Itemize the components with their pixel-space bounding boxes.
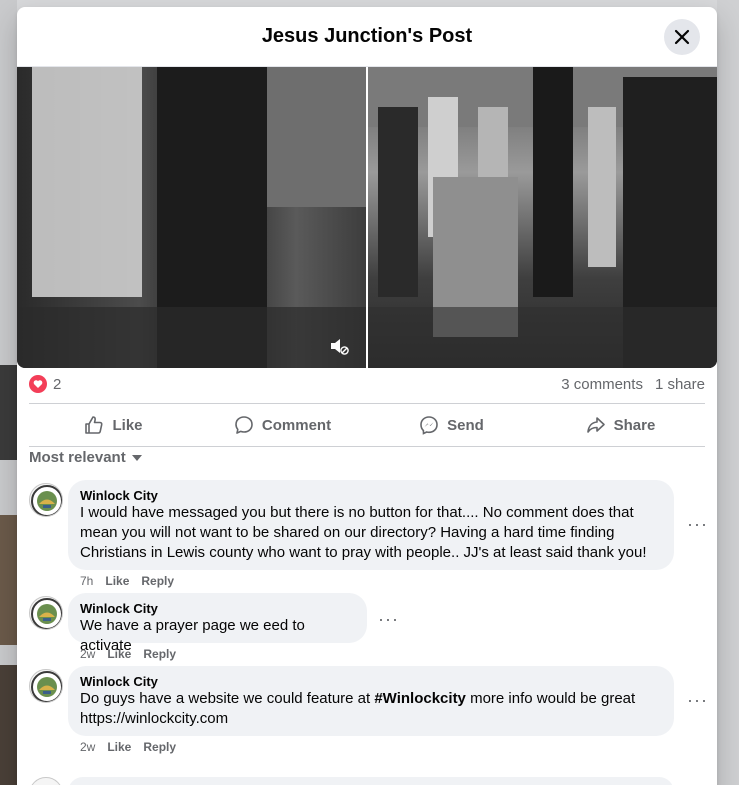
speaker-muted-icon (331, 339, 349, 355)
comment-like-link[interactable]: Like (107, 647, 131, 661)
share-arrow-icon (586, 417, 605, 433)
thumbs-up-icon (85, 416, 104, 434)
city-seal-icon (31, 485, 62, 516)
modal-title: Jesus Junction's Post (261, 25, 473, 47)
post-action-bar: Like Comment Send Share (29, 403, 705, 447)
mute-button[interactable] (328, 335, 350, 357)
comment-text-line: I would have messaged you but there is n… (80, 504, 634, 521)
city-seal-icon (31, 598, 62, 629)
avatar[interactable] (29, 777, 63, 785)
comment-item: Winlock City Do guys have a website we c… (29, 666, 708, 758)
comments-count-link[interactable]: 3 comments (561, 376, 643, 393)
like-button[interactable]: Like (29, 404, 198, 446)
comment-like-link[interactable]: Like (107, 740, 131, 754)
comment-options-button[interactable]: ··· (378, 609, 399, 630)
avatar[interactable] (29, 669, 63, 703)
comment-meta: 2w Like Reply (80, 647, 176, 661)
comment-item: Winlock City I would have messaged you b… (29, 480, 708, 590)
comment-text-part: more info would be great (465, 690, 636, 707)
comment-bubble: Winlock City Do guys have a website we c… (68, 666, 674, 736)
comment-meta: 7h Like Reply (80, 574, 174, 588)
send-label: Send (447, 416, 484, 434)
comment-bubble: Winlock City I would have messaged you b… (68, 480, 674, 570)
close-icon (674, 29, 690, 45)
like-label: Like (112, 416, 143, 434)
shares-count-link[interactable]: 1 share (655, 376, 705, 393)
comment-item-partial (29, 777, 705, 785)
comment-meta: 2w Like Reply (80, 740, 176, 754)
post-photo-right[interactable] (368, 67, 717, 368)
close-button[interactable] (664, 19, 700, 55)
sort-label: Most relevant (29, 449, 126, 466)
caret-down-icon (131, 454, 142, 461)
comment-options-button[interactable]: ··· (687, 690, 708, 711)
post-stats: 2 3 comments 1 share (29, 374, 705, 396)
post-media[interactable] (17, 67, 717, 368)
comment-sort-dropdown[interactable]: Most relevant (29, 449, 142, 466)
reaction-count: 2 (53, 375, 62, 393)
avatar[interactable] (29, 596, 63, 630)
comment-options-button[interactable]: ··· (687, 514, 708, 535)
comment-text-line: mean you will not want to be shared on o… (80, 524, 615, 541)
comment-timestamp[interactable]: 2w (80, 647, 95, 661)
comment-label: Comment (261, 416, 332, 434)
comment-reply-link[interactable]: Reply (143, 647, 176, 661)
comment-text-line: Do guys have a website we could feature … (80, 689, 662, 709)
comment-like-link[interactable]: Like (105, 574, 129, 588)
modal-header: Jesus Junction's Post (17, 7, 717, 67)
comment-text-part: Do guys have a website we could feature … (80, 690, 375, 707)
comment-item: Winlock City We have a prayer page we ee… (29, 593, 705, 663)
comment-bubble: Winlock City We have a prayer page we ee… (68, 593, 367, 654)
share-button[interactable]: Share (536, 404, 705, 446)
comment-author[interactable]: Winlock City (80, 488, 662, 503)
post-photo-left[interactable] (17, 67, 366, 368)
post-counts: 3 comments 1 share (561, 376, 705, 393)
love-reaction-icon (29, 375, 47, 393)
comment-bubble-icon (235, 416, 253, 434)
comment-text-line: Christians in Lewis county who want to p… (80, 544, 647, 561)
send-button[interactable]: Send (367, 404, 536, 446)
messenger-icon (420, 416, 438, 435)
website-link[interactable]: https://winlockcity.com (80, 709, 662, 729)
background-left-column (0, 0, 17, 785)
comment-author[interactable]: Winlock City (80, 601, 355, 616)
hashtag-link[interactable]: #Winlockcity (374, 690, 466, 707)
comment-timestamp[interactable]: 7h (80, 574, 93, 588)
post-modal: Jesus Junction's Post 2 3 comments 1 sha… (17, 7, 717, 785)
comment-author[interactable]: Winlock City (80, 674, 662, 689)
city-seal-icon (31, 671, 62, 702)
comment-button[interactable]: Comment (198, 404, 367, 446)
comment-timestamp[interactable]: 2w (80, 740, 95, 754)
photo-left-figures (17, 67, 366, 368)
comment-reply-link[interactable]: Reply (141, 574, 174, 588)
comment-reply-link[interactable]: Reply (143, 740, 176, 754)
comment-bubble (68, 777, 674, 785)
photo-right-figures (368, 67, 717, 368)
share-label: Share (613, 416, 656, 434)
background-right-column (717, 0, 739, 785)
avatar[interactable] (29, 483, 63, 517)
reactions-summary[interactable]: 2 (29, 375, 61, 393)
